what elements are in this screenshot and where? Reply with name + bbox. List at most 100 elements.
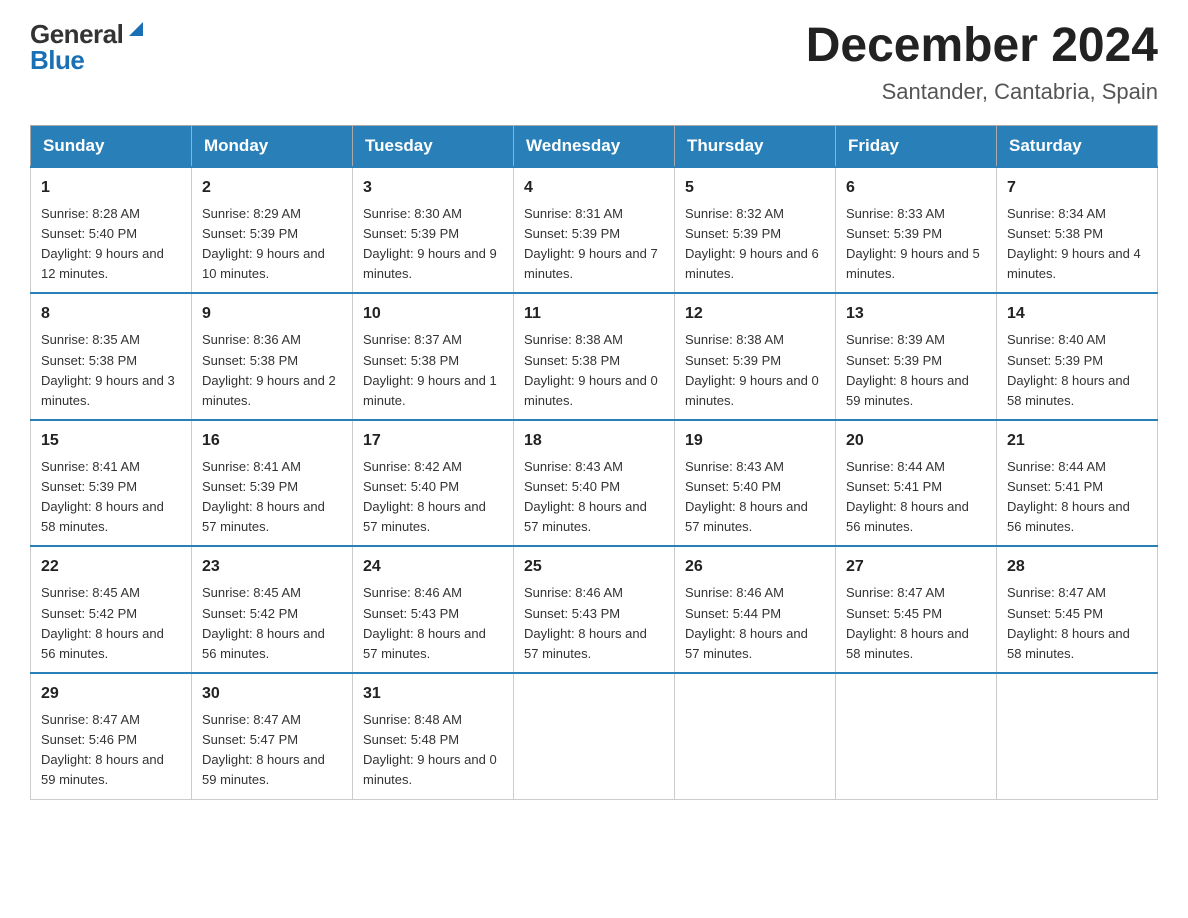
table-row bbox=[997, 673, 1158, 799]
calendar-header-row: Sunday Monday Tuesday Wednesday Thursday… bbox=[31, 125, 1158, 167]
day-info: Sunrise: 8:46 AMSunset: 5:43 PMDaylight:… bbox=[363, 585, 486, 660]
day-info: Sunrise: 8:46 AMSunset: 5:43 PMDaylight:… bbox=[524, 585, 647, 660]
table-row: 18 Sunrise: 8:43 AMSunset: 5:40 PMDaylig… bbox=[514, 420, 675, 547]
table-row: 30 Sunrise: 8:47 AMSunset: 5:47 PMDaylig… bbox=[192, 673, 353, 799]
table-row: 24 Sunrise: 8:46 AMSunset: 5:43 PMDaylig… bbox=[353, 546, 514, 673]
week-row: 22 Sunrise: 8:45 AMSunset: 5:42 PMDaylig… bbox=[31, 546, 1158, 673]
day-number: 6 bbox=[846, 176, 986, 200]
logo-general-text: General bbox=[30, 21, 123, 47]
day-number: 19 bbox=[685, 429, 825, 453]
day-number: 25 bbox=[524, 555, 664, 579]
day-number: 18 bbox=[524, 429, 664, 453]
day-info: Sunrise: 8:41 AMSunset: 5:39 PMDaylight:… bbox=[202, 459, 325, 534]
day-number: 4 bbox=[524, 176, 664, 200]
table-row: 15 Sunrise: 8:41 AMSunset: 5:39 PMDaylig… bbox=[31, 420, 192, 547]
day-number: 3 bbox=[363, 176, 503, 200]
day-number: 28 bbox=[1007, 555, 1147, 579]
day-info: Sunrise: 8:34 AMSunset: 5:38 PMDaylight:… bbox=[1007, 206, 1141, 281]
day-info: Sunrise: 8:47 AMSunset: 5:45 PMDaylight:… bbox=[1007, 585, 1130, 660]
logo: General Blue bbox=[30, 20, 147, 73]
table-row bbox=[675, 673, 836, 799]
day-info: Sunrise: 8:32 AMSunset: 5:39 PMDaylight:… bbox=[685, 206, 819, 281]
day-number: 16 bbox=[202, 429, 342, 453]
col-wednesday: Wednesday bbox=[514, 125, 675, 167]
table-row: 7 Sunrise: 8:34 AMSunset: 5:38 PMDayligh… bbox=[997, 167, 1158, 294]
day-number: 2 bbox=[202, 176, 342, 200]
location-subtitle: Santander, Cantabria, Spain bbox=[806, 79, 1158, 105]
day-info: Sunrise: 8:38 AMSunset: 5:39 PMDaylight:… bbox=[685, 332, 819, 407]
table-row: 2 Sunrise: 8:29 AMSunset: 5:39 PMDayligh… bbox=[192, 167, 353, 294]
day-info: Sunrise: 8:36 AMSunset: 5:38 PMDaylight:… bbox=[202, 332, 336, 407]
week-row: 29 Sunrise: 8:47 AMSunset: 5:46 PMDaylig… bbox=[31, 673, 1158, 799]
table-row: 13 Sunrise: 8:39 AMSunset: 5:39 PMDaylig… bbox=[836, 293, 997, 420]
day-number: 20 bbox=[846, 429, 986, 453]
day-number: 9 bbox=[202, 302, 342, 326]
week-row: 8 Sunrise: 8:35 AMSunset: 5:38 PMDayligh… bbox=[31, 293, 1158, 420]
day-info: Sunrise: 8:35 AMSunset: 5:38 PMDaylight:… bbox=[41, 332, 175, 407]
col-tuesday: Tuesday bbox=[353, 125, 514, 167]
day-number: 26 bbox=[685, 555, 825, 579]
day-number: 11 bbox=[524, 302, 664, 326]
col-saturday: Saturday bbox=[997, 125, 1158, 167]
table-row: 4 Sunrise: 8:31 AMSunset: 5:39 PMDayligh… bbox=[514, 167, 675, 294]
table-row: 14 Sunrise: 8:40 AMSunset: 5:39 PMDaylig… bbox=[997, 293, 1158, 420]
table-row: 29 Sunrise: 8:47 AMSunset: 5:46 PMDaylig… bbox=[31, 673, 192, 799]
day-number: 13 bbox=[846, 302, 986, 326]
month-title: December 2024 bbox=[806, 20, 1158, 73]
day-info: Sunrise: 8:40 AMSunset: 5:39 PMDaylight:… bbox=[1007, 332, 1130, 407]
day-info: Sunrise: 8:43 AMSunset: 5:40 PMDaylight:… bbox=[524, 459, 647, 534]
day-info: Sunrise: 8:47 AMSunset: 5:45 PMDaylight:… bbox=[846, 585, 969, 660]
day-number: 14 bbox=[1007, 302, 1147, 326]
table-row: 27 Sunrise: 8:47 AMSunset: 5:45 PMDaylig… bbox=[836, 546, 997, 673]
day-number: 22 bbox=[41, 555, 181, 579]
table-row: 28 Sunrise: 8:47 AMSunset: 5:45 PMDaylig… bbox=[997, 546, 1158, 673]
col-thursday: Thursday bbox=[675, 125, 836, 167]
table-row: 12 Sunrise: 8:38 AMSunset: 5:39 PMDaylig… bbox=[675, 293, 836, 420]
col-monday: Monday bbox=[192, 125, 353, 167]
table-row: 3 Sunrise: 8:30 AMSunset: 5:39 PMDayligh… bbox=[353, 167, 514, 294]
day-info: Sunrise: 8:44 AMSunset: 5:41 PMDaylight:… bbox=[1007, 459, 1130, 534]
day-info: Sunrise: 8:38 AMSunset: 5:38 PMDaylight:… bbox=[524, 332, 658, 407]
day-number: 10 bbox=[363, 302, 503, 326]
table-row: 9 Sunrise: 8:36 AMSunset: 5:38 PMDayligh… bbox=[192, 293, 353, 420]
day-info: Sunrise: 8:30 AMSunset: 5:39 PMDaylight:… bbox=[363, 206, 497, 281]
day-number: 23 bbox=[202, 555, 342, 579]
table-row: 8 Sunrise: 8:35 AMSunset: 5:38 PMDayligh… bbox=[31, 293, 192, 420]
day-number: 1 bbox=[41, 176, 181, 200]
day-info: Sunrise: 8:28 AMSunset: 5:40 PMDaylight:… bbox=[41, 206, 164, 281]
page-header: General Blue December 2024 Santander, Ca… bbox=[30, 20, 1158, 105]
day-info: Sunrise: 8:31 AMSunset: 5:39 PMDaylight:… bbox=[524, 206, 658, 281]
table-row: 10 Sunrise: 8:37 AMSunset: 5:38 PMDaylig… bbox=[353, 293, 514, 420]
day-number: 31 bbox=[363, 682, 503, 706]
day-number: 5 bbox=[685, 176, 825, 200]
day-number: 17 bbox=[363, 429, 503, 453]
day-number: 24 bbox=[363, 555, 503, 579]
table-row: 26 Sunrise: 8:46 AMSunset: 5:44 PMDaylig… bbox=[675, 546, 836, 673]
table-row bbox=[514, 673, 675, 799]
table-row: 11 Sunrise: 8:38 AMSunset: 5:38 PMDaylig… bbox=[514, 293, 675, 420]
table-row: 20 Sunrise: 8:44 AMSunset: 5:41 PMDaylig… bbox=[836, 420, 997, 547]
day-info: Sunrise: 8:43 AMSunset: 5:40 PMDaylight:… bbox=[685, 459, 808, 534]
day-info: Sunrise: 8:45 AMSunset: 5:42 PMDaylight:… bbox=[41, 585, 164, 660]
day-info: Sunrise: 8:48 AMSunset: 5:48 PMDaylight:… bbox=[363, 712, 497, 787]
day-number: 27 bbox=[846, 555, 986, 579]
logo-blue-text: Blue bbox=[30, 47, 84, 73]
table-row: 5 Sunrise: 8:32 AMSunset: 5:39 PMDayligh… bbox=[675, 167, 836, 294]
title-area: December 2024 Santander, Cantabria, Spai… bbox=[806, 20, 1158, 105]
day-info: Sunrise: 8:41 AMSunset: 5:39 PMDaylight:… bbox=[41, 459, 164, 534]
day-info: Sunrise: 8:47 AMSunset: 5:47 PMDaylight:… bbox=[202, 712, 325, 787]
day-info: Sunrise: 8:29 AMSunset: 5:39 PMDaylight:… bbox=[202, 206, 325, 281]
calendar-table: Sunday Monday Tuesday Wednesday Thursday… bbox=[30, 125, 1158, 800]
table-row: 21 Sunrise: 8:44 AMSunset: 5:41 PMDaylig… bbox=[997, 420, 1158, 547]
table-row: 16 Sunrise: 8:41 AMSunset: 5:39 PMDaylig… bbox=[192, 420, 353, 547]
day-number: 7 bbox=[1007, 176, 1147, 200]
day-info: Sunrise: 8:33 AMSunset: 5:39 PMDaylight:… bbox=[846, 206, 980, 281]
day-info: Sunrise: 8:37 AMSunset: 5:38 PMDaylight:… bbox=[363, 332, 497, 407]
col-sunday: Sunday bbox=[31, 125, 192, 167]
day-info: Sunrise: 8:45 AMSunset: 5:42 PMDaylight:… bbox=[202, 585, 325, 660]
day-info: Sunrise: 8:44 AMSunset: 5:41 PMDaylight:… bbox=[846, 459, 969, 534]
day-number: 21 bbox=[1007, 429, 1147, 453]
table-row: 25 Sunrise: 8:46 AMSunset: 5:43 PMDaylig… bbox=[514, 546, 675, 673]
day-info: Sunrise: 8:46 AMSunset: 5:44 PMDaylight:… bbox=[685, 585, 808, 660]
day-info: Sunrise: 8:42 AMSunset: 5:40 PMDaylight:… bbox=[363, 459, 486, 534]
